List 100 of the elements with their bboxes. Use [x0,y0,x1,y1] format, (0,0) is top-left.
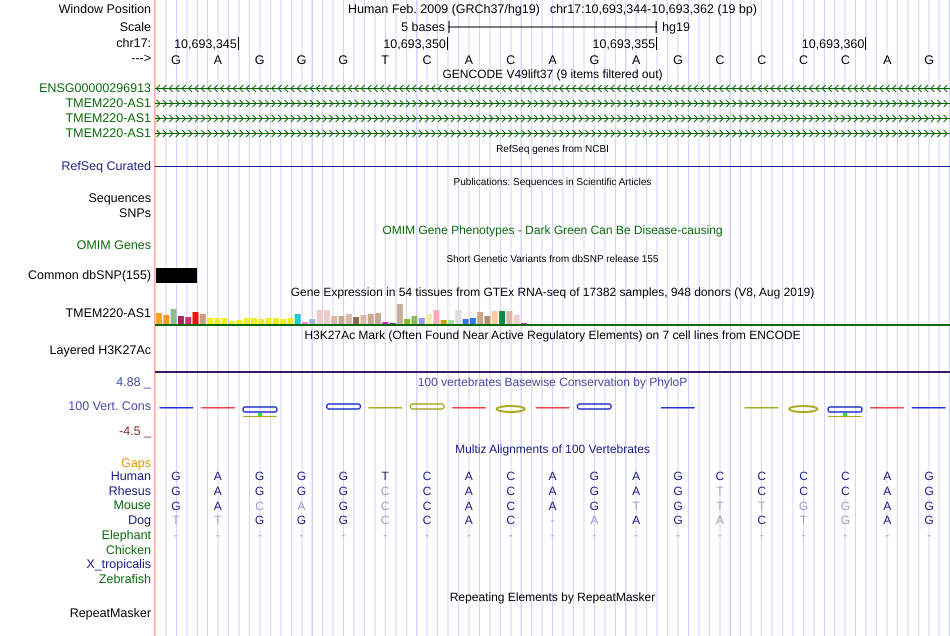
aligned-base: G [672,500,684,512]
aligned-base: C [422,514,432,526]
aligned-base: C [840,470,851,482]
species-label[interactable]: X_tropicalis [86,558,151,571]
aligned-base: - [800,529,807,542]
aligned-base: G [338,470,349,482]
ruler-tick: 10,693,360 [782,37,866,50]
aligned-base: G [338,514,349,526]
track-label[interactable]: chr17: [116,37,151,50]
base-letter: A [631,52,642,69]
base-letter: C [798,52,810,69]
base-letter: G [254,52,266,69]
base-letter: C [421,52,432,69]
aligned-base: C [714,470,726,482]
base-letter: A [212,52,223,69]
aligned-base: T [715,500,725,512]
aligned-base: C [380,514,390,526]
ruler-tick: 10,693,350 [364,37,448,50]
aligned-base: - [214,529,221,542]
track-title: Publications: Sequences in Scientific Articles [454,178,652,188]
track-label[interactable]: TMEM220-AS1 [66,307,151,320]
aligned-base: C [756,485,768,498]
track-label[interactable]: Window Position [58,2,151,16]
aligned-base: - [842,529,848,542]
aligned-base: - [424,529,430,542]
aligned-base: G [296,470,308,482]
gene-strand-drawing[interactable] [155,114,950,123]
track-label[interactable]: Layered H3K27Ac [50,344,151,357]
base-letter: G [588,52,600,69]
aligned-base: G [296,485,308,498]
aligned-base: G [588,500,600,512]
aligned-base: A [882,514,892,526]
track-title: Multiz Alignments of 100 Vertebrates [455,442,650,454]
aligned-base: C [505,470,516,482]
species-label[interactable]: Elephant [102,528,151,542]
aligned-base: - [340,529,346,542]
track-title: 100 vertebrates Basewise Conservation by PhyloP [418,376,688,388]
aligned-base: T [213,514,222,526]
track-label[interactable]: OMIM Genes [76,238,151,252]
gene-strand-drawing[interactable] [155,84,950,93]
aligned-base: C [422,485,432,498]
base-letter: G [296,52,308,69]
aligned-base: A [464,485,474,498]
track-label[interactable]: ---> [131,52,151,65]
aligned-base: A [212,485,223,498]
aligned-base: - [172,529,179,542]
aligned-base: G [923,470,935,482]
aligned-base: A [882,470,892,482]
aligned-base: A [882,500,892,512]
aligned-base: G [254,485,266,498]
track-label[interactable]: 100 Vert. Cons [68,400,151,413]
track-label[interactable]: RefSeq Curated [61,160,151,173]
species-label[interactable]: Rhesus [108,484,151,498]
assembly-text: Human Feb. 2009 (GRCh37/hg19) [348,0,540,18]
aligned-base: A [547,500,558,512]
position-text: chr17:10,693,344-10,693,362 (19 bp) [550,0,757,18]
gene-strand-drawing[interactable] [155,129,950,138]
aligned-base: G [923,500,935,512]
species-label[interactable]: Mouse [113,499,151,512]
expression-bars-drawing[interactable] [156,304,530,324]
aligned-base: A [631,514,642,526]
aligned-base: - [758,529,765,542]
aligned-base: A [464,514,474,526]
aligned-base: G [840,500,852,512]
scale-label: 5 bases [400,19,446,36]
gene-label[interactable]: TMEM220-AS1 [66,97,151,110]
species-label[interactable]: Dog [128,514,151,527]
species-label[interactable]: Chicken [106,544,151,556]
gene-label[interactable]: TMEM220-AS1 [66,112,151,125]
species-label[interactable]: Zebrafish [98,572,151,586]
aligned-base: C [505,485,516,498]
aligned-base: - [549,514,556,526]
track-label[interactable]: RepeatMasker [70,607,151,620]
track-label[interactable]: Common dbSNP(155) [28,269,151,282]
scale-assembly: hg19 [661,19,691,36]
track-label[interactable]: Scale [120,20,151,34]
aligned-base: C [380,485,390,498]
track-label[interactable]: SNPs [119,207,151,220]
gene-label[interactable]: ENSG00000296913 [39,82,151,95]
track-title: H3K27Ac Mark (Often Found Near Active Regulatory Elements) on 7 cell lines from ENCODE [304,328,801,340]
aligned-base: G [588,470,600,482]
track-title: GENCODE V49lift37 (9 items filtered out) [442,68,663,80]
aligned-base: C [254,500,265,512]
aligned-base: G [588,485,600,498]
aligned-base: C [422,500,432,512]
aligned-base: T [798,514,808,526]
aligned-base: T [715,485,725,498]
aligned-base: - [256,529,263,542]
aligned-base: G [170,470,182,482]
base-letter: G [337,52,350,69]
gene-strand-drawing[interactable] [155,99,950,108]
track-title: Short Genetic Variants from dbSNP release 155 [446,255,658,265]
aligned-base: A [547,485,558,498]
aligned-base: T [171,514,181,526]
aligned-base: - [298,529,304,542]
track-label[interactable]: Sequences [88,192,151,205]
species-label[interactable]: Human [110,470,151,483]
aligned-base: A [212,500,223,512]
gene-label[interactable]: TMEM220-AS1 [66,127,151,140]
aligned-base: C [756,470,768,482]
